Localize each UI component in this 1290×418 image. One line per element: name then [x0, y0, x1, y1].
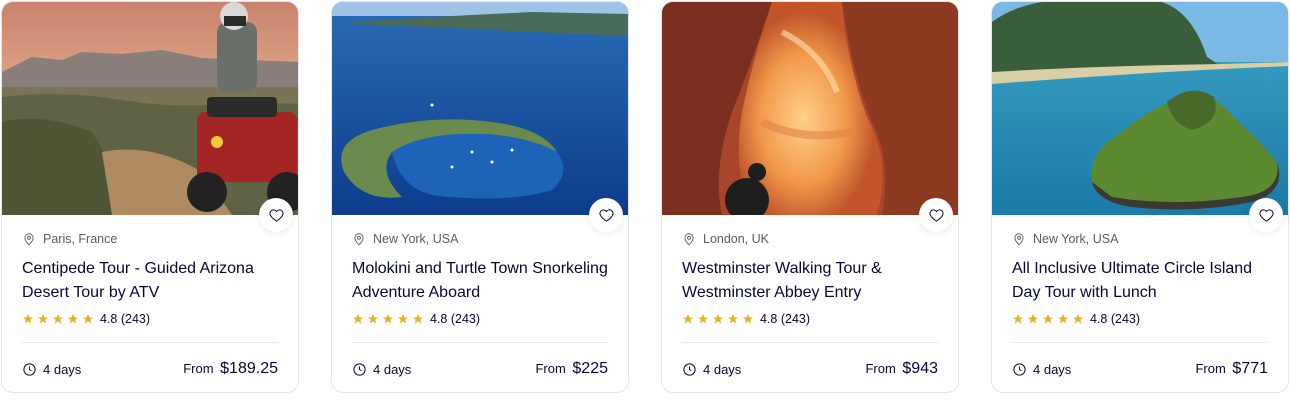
duration-text: 4 days — [43, 361, 82, 377]
tour-price: From $225 — [535, 360, 608, 378]
tour-title[interactable]: Molokini and Turtle Town Snorkeling Adve… — [352, 257, 608, 305]
clock-icon — [23, 362, 36, 376]
star-icon — [413, 314, 423, 324]
map-pin-icon — [684, 233, 694, 246]
location-text: Paris, France — [43, 232, 118, 246]
tour-rating: 4.8 (243) — [22, 312, 150, 326]
location-text: New York, USA — [1033, 232, 1119, 246]
rating-text: 4.8 (243) — [760, 312, 811, 326]
clock-icon — [1013, 362, 1026, 376]
tour-card[interactable]: New York, USA Molokini and Turtle Town S… — [331, 1, 629, 393]
tour-location: Paris, France — [22, 232, 117, 246]
star-icon — [743, 314, 753, 324]
star-icon — [53, 314, 63, 324]
tour-card[interactable]: New York, USA All Inclusive Ultimate Cir… — [991, 1, 1289, 393]
star-icon — [83, 314, 93, 324]
clock-icon — [353, 362, 366, 376]
tour-image[interactable] — [2, 2, 298, 215]
map-pin-icon — [24, 233, 34, 246]
tour-duration: 4 days — [682, 362, 741, 377]
tour-image[interactable] — [662, 2, 958, 215]
star-icon — [23, 314, 33, 324]
rating-text: 4.8 (243) — [1090, 312, 1141, 326]
star-icon — [1013, 314, 1023, 324]
tour-duration: 4 days — [352, 362, 411, 377]
map-pin-icon — [1014, 233, 1024, 246]
tour-card-body: Paris, France Centipede Tour - Guided Ar… — [22, 215, 278, 392]
tour-card-list: Paris, France Centipede Tour - Guided Ar… — [0, 0, 1290, 418]
star-icon — [368, 314, 378, 324]
tour-title[interactable]: Westminster Walking Tour & Westminster A… — [682, 257, 938, 305]
star-icon — [398, 314, 408, 324]
star-rating — [352, 313, 424, 325]
tour-card-body: New York, USA Molokini and Turtle Town S… — [352, 215, 608, 392]
price-prefix: From — [183, 361, 214, 376]
location-text: New York, USA — [373, 232, 459, 246]
tour-card-body: London, UK Westminster Walking Tour & We… — [682, 215, 938, 392]
divider — [352, 342, 608, 343]
duration-text: 4 days — [373, 361, 412, 377]
star-icon — [683, 314, 693, 324]
star-icon — [1028, 314, 1038, 324]
star-icon — [38, 314, 48, 324]
duration-text: 4 days — [1033, 361, 1072, 377]
price-amount: $943 — [902, 360, 938, 377]
map-pin-icon — [354, 233, 364, 246]
tour-rating: 4.8 (243) — [682, 312, 810, 326]
star-icon — [728, 314, 738, 324]
rating-text: 4.8 (243) — [430, 312, 481, 326]
tour-card-footer: 4 days From $225 — [352, 358, 608, 380]
tour-title[interactable]: All Inclusive Ultimate Circle Island Day… — [1012, 257, 1268, 305]
star-icon — [353, 314, 363, 324]
star-rating — [1012, 313, 1084, 325]
star-rating — [682, 313, 754, 325]
tour-price: From $189.25 — [183, 360, 278, 378]
tour-duration: 4 days — [1012, 362, 1071, 377]
tour-card-footer: 4 days From $189.25 — [22, 358, 278, 380]
tour-card[interactable]: Paris, France Centipede Tour - Guided Ar… — [1, 1, 299, 393]
tour-card-footer: 4 days From $771 — [1012, 358, 1268, 380]
price-prefix: From — [1195, 361, 1226, 376]
star-icon — [1073, 314, 1083, 324]
price-amount: $771 — [1232, 360, 1268, 377]
star-icon — [68, 314, 78, 324]
star-icon — [1043, 314, 1053, 324]
tour-image[interactable] — [332, 2, 628, 215]
tour-title[interactable]: Centipede Tour - Guided Arizona Desert T… — [22, 257, 278, 305]
star-icon — [698, 314, 708, 324]
tour-price: From $771 — [1195, 360, 1268, 378]
star-rating — [22, 313, 94, 325]
tour-card-body: New York, USA All Inclusive Ultimate Cir… — [1012, 215, 1268, 392]
divider — [1012, 342, 1268, 343]
tour-price: From $943 — [865, 360, 938, 378]
clock-icon — [683, 362, 696, 376]
price-amount: $189.25 — [220, 360, 278, 377]
location-text: London, UK — [703, 232, 770, 246]
tour-card-footer: 4 days From $943 — [682, 358, 938, 380]
tour-location: London, UK — [682, 232, 769, 246]
rating-text: 4.8 (243) — [100, 312, 151, 326]
star-icon — [383, 314, 393, 324]
tour-location: New York, USA — [352, 232, 458, 246]
tour-card[interactable]: London, UK Westminster Walking Tour & We… — [661, 1, 959, 393]
price-amount: $225 — [572, 360, 608, 377]
tour-duration: 4 days — [22, 362, 81, 377]
divider — [682, 342, 938, 343]
tour-location: New York, USA — [1012, 232, 1118, 246]
star-icon — [1058, 314, 1068, 324]
tour-rating: 4.8 (243) — [352, 312, 480, 326]
divider — [22, 342, 278, 343]
star-icon — [713, 314, 723, 324]
tour-image[interactable] — [992, 2, 1288, 215]
tour-rating: 4.8 (243) — [1012, 312, 1140, 326]
duration-text: 4 days — [703, 361, 742, 377]
price-prefix: From — [865, 361, 896, 376]
price-prefix: From — [535, 361, 566, 376]
